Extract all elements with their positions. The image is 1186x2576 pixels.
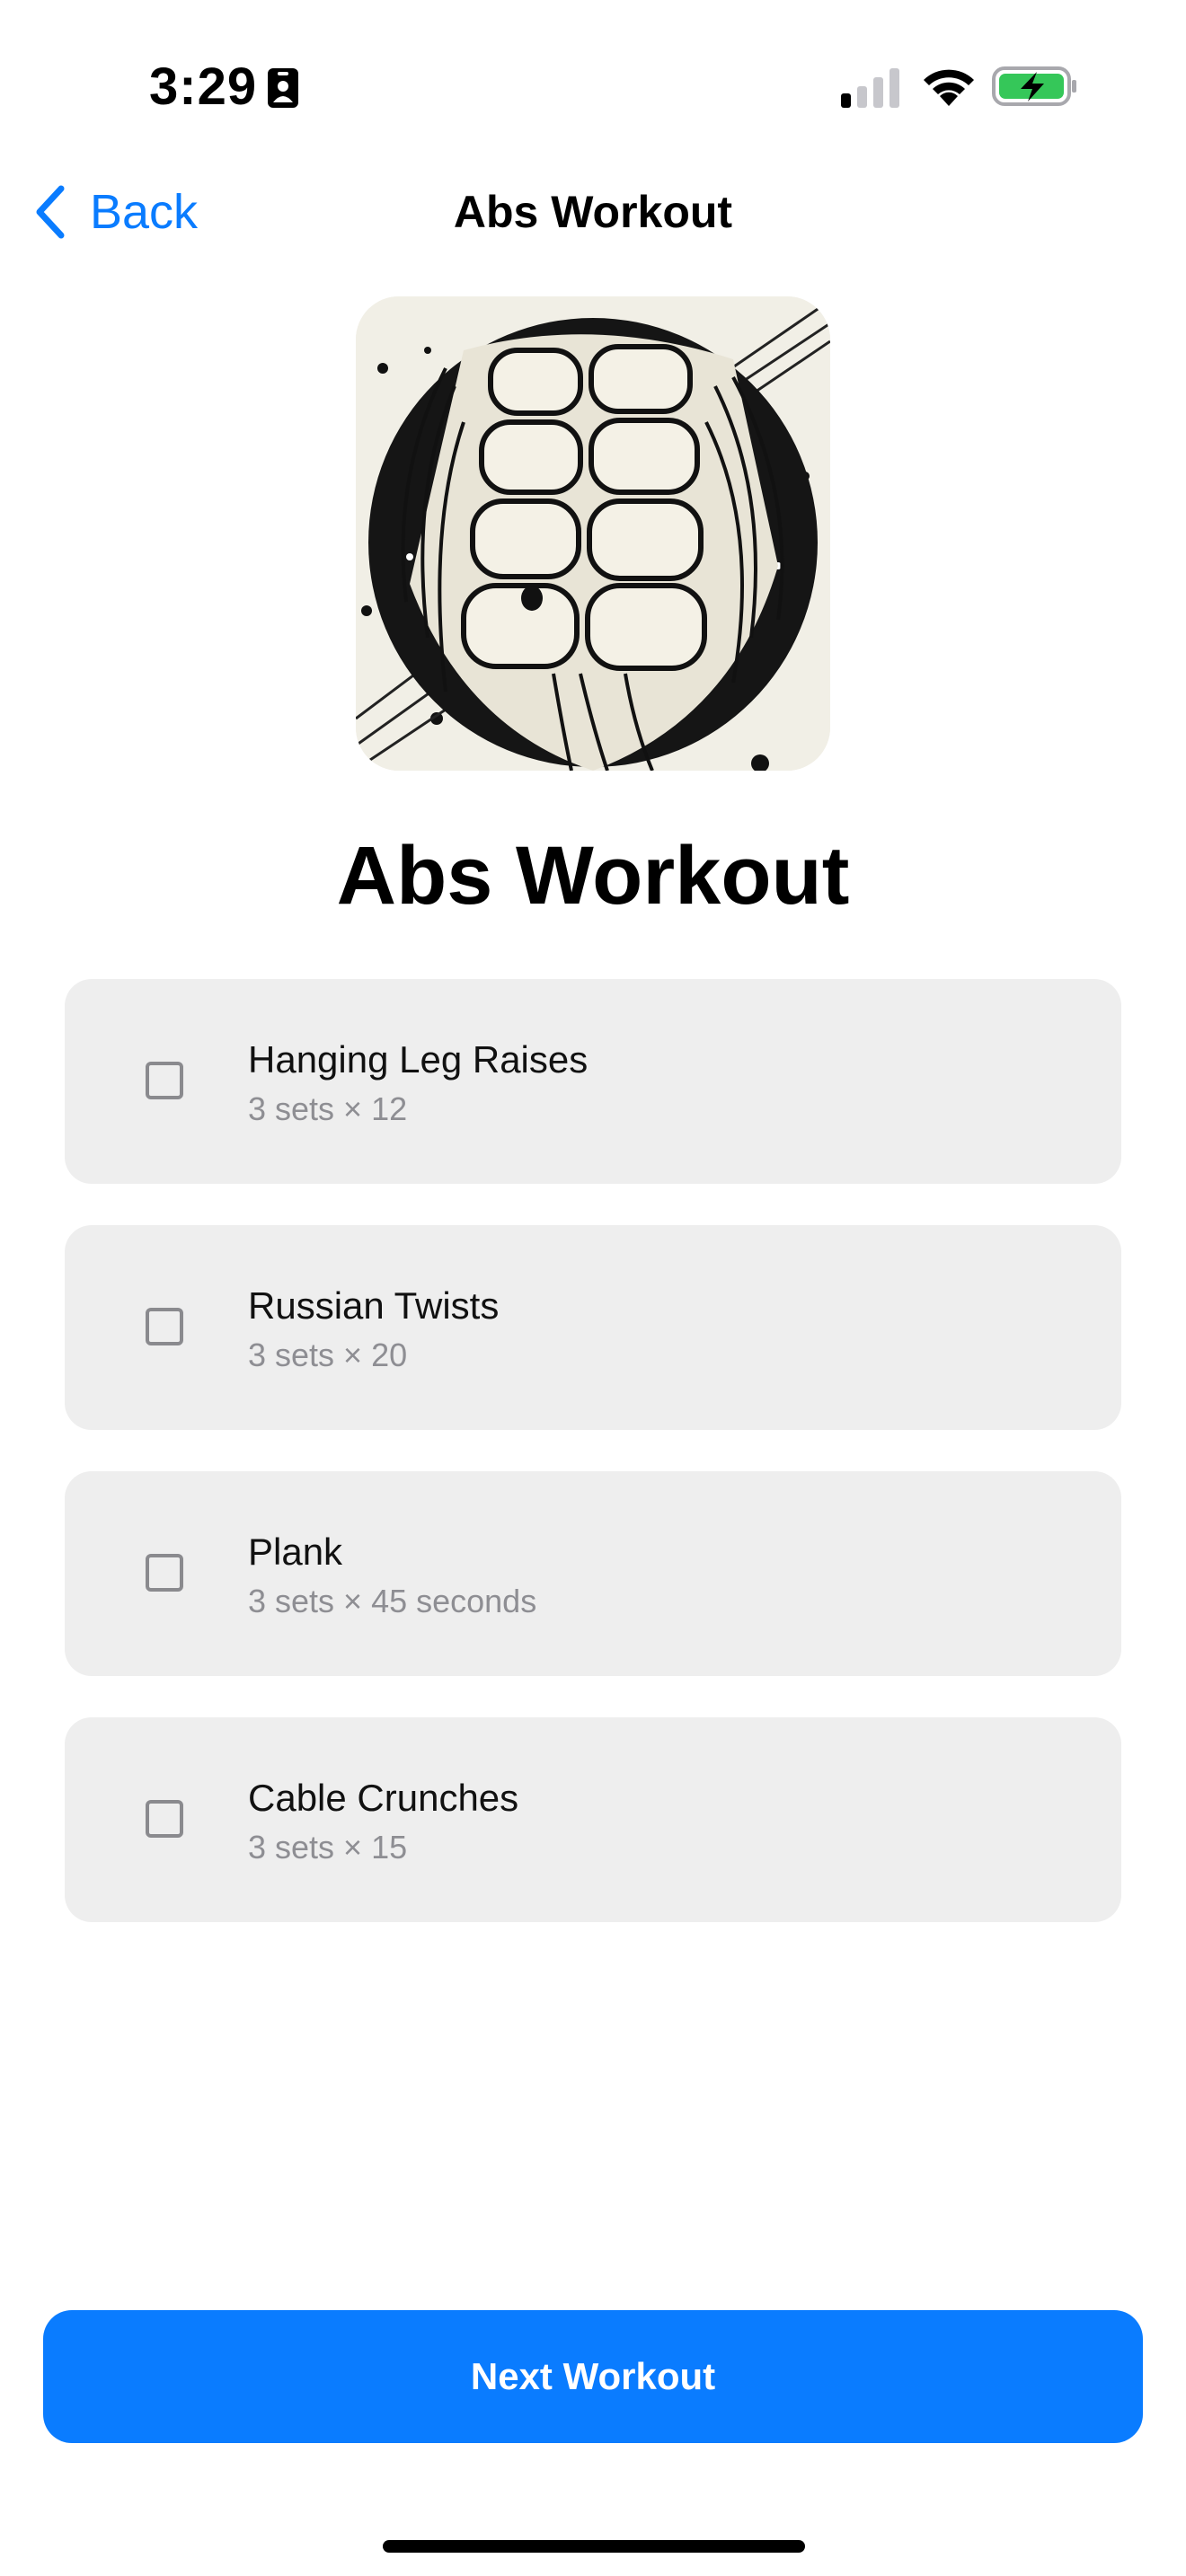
exercise-checkbox[interactable]: [146, 1554, 183, 1592]
cellular-signal-icon: [841, 68, 899, 108]
abs-illustration-image: [356, 296, 830, 771]
exercise-detail: 3 sets × 15: [248, 1829, 408, 1866]
navigation-bar: Back Abs Workout: [0, 171, 1186, 251]
exercise-name: Hanging Leg Raises: [248, 1038, 589, 1081]
exercise-detail: 3 sets × 20: [248, 1337, 408, 1373]
exercise-name: Russian Twists: [248, 1284, 500, 1327]
battery-charging-icon: [992, 66, 1076, 106]
exercise-card-cable-crunches[interactable]: Cable Crunches 3 sets × 15: [65, 1717, 1121, 1922]
exercise-detail: 3 sets × 12: [248, 1090, 408, 1127]
exercise-name: Plank: [248, 1531, 343, 1573]
exercise-card-plank[interactable]: Plank 3 sets × 45 seconds: [65, 1471, 1121, 1676]
abdominal-muscles-illustration: [356, 296, 830, 771]
exercise-card-hanging-leg-raises[interactable]: Hanging Leg Raises 3 sets × 12: [65, 979, 1121, 1184]
exercise-checkbox[interactable]: [146, 1800, 183, 1838]
home-indicator[interactable]: [383, 2540, 805, 2553]
status-bar: 3:29: [0, 0, 1186, 171]
exercise-list: Hanging Leg Raises 3 sets × 12 Russian T…: [65, 979, 1121, 1963]
exercise-detail: 3 sets × 45 seconds: [248, 1583, 537, 1619]
exercise-checkbox[interactable]: [146, 1062, 183, 1099]
nav-title: Abs Workout: [453, 187, 733, 237]
exercise-card-russian-twists[interactable]: Russian Twists 3 sets × 20: [65, 1225, 1121, 1430]
exercise-name: Cable Crunches: [248, 1777, 519, 1819]
wifi-icon: [924, 69, 974, 106]
next-workout-button[interactable]: Next Workout: [43, 2310, 1143, 2443]
contact-card-icon: [268, 68, 298, 108]
exercise-checkbox[interactable]: [146, 1308, 183, 1345]
status-time: 3:29: [149, 57, 258, 116]
page-title: Abs Workout: [336, 830, 850, 922]
